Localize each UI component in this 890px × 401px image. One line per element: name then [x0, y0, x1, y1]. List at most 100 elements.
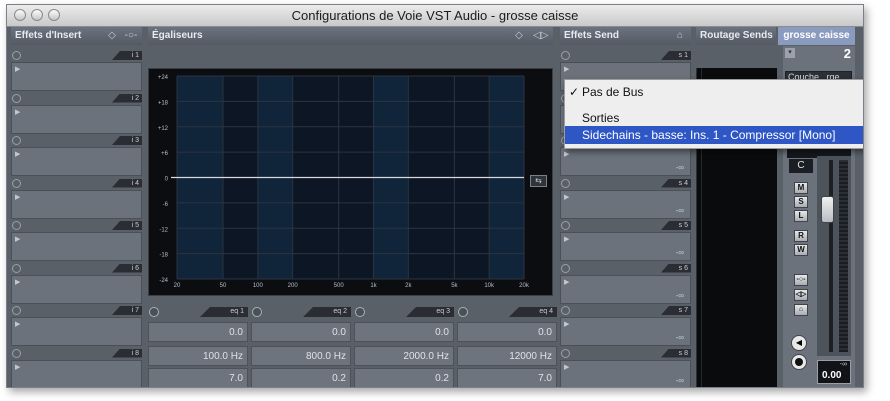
send-level-value: -∞ [675, 248, 684, 257]
eq-frequency-field[interactable]: 800.0 Hz [251, 346, 351, 366]
sends-bypass-icon[interactable]: ⌂ [673, 29, 687, 43]
eq-q-field[interactable]: 7.0 [148, 368, 248, 387]
eq-gain-field[interactable]: 0.0 [354, 322, 454, 342]
fader-value[interactable]: 0.00 [822, 370, 841, 381]
eq-db-label: -18 [159, 253, 168, 259]
eq-frequency-field[interactable]: 100.0 Hz [148, 346, 248, 366]
send-slot[interactable]: ▶ -∞ [560, 359, 691, 387]
eq-zoom-icon[interactable]: ⇆ [530, 175, 547, 187]
power-icon[interactable] [561, 221, 570, 230]
eq-band-header: eq 3 [354, 306, 454, 318]
pan-value[interactable]: C [789, 159, 813, 173]
mute-button[interactable]: M [794, 182, 808, 194]
eq-frequency-field[interactable]: 12000 Hz [457, 346, 557, 366]
eq-db-label: -6 [163, 202, 169, 208]
slot-arrow-icon: ▶ [15, 66, 21, 73]
send-level-value: -∞ [675, 375, 684, 385]
eq-freq-label: 50 [220, 283, 227, 289]
bypass-eq-icon[interactable]: ◇ [512, 29, 526, 43]
monitor-icon[interactable]: ◀ [791, 335, 807, 351]
insert-slot[interactable]: ▶ [11, 62, 142, 91]
eq-q-field[interactable]: 0.2 [354, 368, 454, 387]
slot-arrow-icon: ▶ [15, 236, 21, 243]
insert-slot[interactable]: ▶ [11, 104, 142, 134]
listen-button[interactable]: L [794, 210, 808, 222]
eq-gain-field[interactable]: 0.0 [251, 322, 351, 342]
power-icon[interactable] [561, 51, 570, 60]
eq-band-label: eq 4 [509, 307, 557, 317]
level-meter [839, 160, 848, 352]
read-automation-button[interactable]: R [794, 230, 808, 242]
deactivate-inserts-icon[interactable]: -○- [124, 29, 138, 43]
eq-band-power-icon[interactable] [149, 307, 159, 317]
eq-db-label: +6 [161, 151, 169, 157]
volume-fader-handle[interactable] [821, 196, 834, 223]
menu-item-no-bus[interactable]: ✓ Pas de Bus [565, 83, 863, 101]
eq-freq-label: 20k [519, 283, 530, 289]
send-slot[interactable]: ▶ -∞ [560, 317, 691, 346]
power-icon[interactable] [561, 306, 570, 315]
insert-slot[interactable]: ▶ [11, 232, 142, 261]
channel-name-header[interactable]: grosse caisse [778, 27, 855, 45]
slot-arrow-icon: ▶ [564, 363, 570, 371]
send-slot-number: s 7 [661, 306, 691, 315]
send-slot[interactable]: ▶ -∞ [560, 189, 691, 219]
eq-band-power-icon[interactable] [355, 307, 365, 317]
eq-db-label: +12 [158, 126, 169, 132]
insert-slot-number: i 7 [112, 306, 142, 315]
eq-q-field[interactable]: 7.0 [457, 368, 557, 387]
power-icon[interactable] [12, 51, 21, 60]
send-slot-number: s 8 [661, 348, 691, 358]
send-slot[interactable]: ▶ -∞ [560, 274, 691, 304]
power-icon[interactable] [561, 263, 570, 273]
eq-frequency-field[interactable]: 2000.0 Hz [354, 346, 454, 366]
eq-bypass-icon[interactable]: ◁▷ [794, 289, 808, 301]
power-icon[interactable] [12, 221, 21, 230]
eq-q-field[interactable]: 0.2 [251, 368, 351, 387]
slot-arrow-icon: ▶ [15, 151, 21, 158]
eq-gain-field[interactable]: 0.0 [457, 322, 557, 342]
insert-slot[interactable]: ▶ [11, 189, 142, 219]
insert-slot[interactable]: ▶ [11, 317, 142, 346]
slot-arrow-icon: ▶ [564, 151, 570, 158]
bypass-inserts-icon[interactable]: ◇ [105, 29, 119, 43]
eq-band-power-icon[interactable] [458, 307, 468, 317]
insert-slot-number: i 5 [112, 221, 142, 230]
eq-band-power-icon[interactable] [252, 307, 262, 317]
eq-curve-display[interactable]: +24 +18 +12 +6 0 -6 -12 -18 -24 20 50 100 200 500 1k 2k… [148, 68, 553, 296]
power-icon[interactable] [561, 178, 570, 188]
eq-db-label: +18 [158, 100, 169, 106]
slot-arrow-icon: ▶ [564, 193, 570, 201]
power-icon[interactable] [561, 348, 570, 358]
eq-reset-icon[interactable]: ◁▷ [533, 29, 548, 43]
eq-band-header: eq 4 [457, 306, 557, 318]
write-automation-button[interactable]: W [794, 244, 808, 256]
menu-item-sidechain[interactable]: Sidechains - basse: Ins. 1 - Compressor … [565, 126, 863, 144]
send-routing-menu: ✓ Pas de Bus Sorties ▶ Sidechains - bass… [564, 79, 863, 149]
power-icon[interactable] [12, 263, 21, 273]
eq-db-label: 0 [165, 177, 169, 183]
send-slot[interactable]: ▶ -∞ [560, 232, 691, 261]
channel-menu-icon[interactable]: ▾ [785, 48, 795, 58]
insert-slot[interactable]: ▶ [11, 274, 142, 304]
slot-arrow-icon: ▶ [15, 363, 21, 371]
routing-header: Routage Sends [696, 27, 776, 45]
power-icon[interactable] [12, 136, 21, 145]
insert-bypass-icon[interactable]: -○- [794, 274, 808, 286]
sends-bypass-button-icon[interactable]: ⌂ [794, 304, 808, 316]
power-icon[interactable] [12, 348, 21, 358]
menu-item-outputs[interactable]: Sorties ▶ [565, 109, 863, 127]
eq-gain-field[interactable]: 0.0 [148, 322, 248, 342]
send-slot-header: s 5 [560, 221, 691, 231]
eq-freq-label: 100 [253, 283, 264, 289]
insert-slot[interactable]: ▶ [11, 147, 142, 176]
power-icon[interactable] [12, 93, 21, 103]
send-slot[interactable]: ▶ -∞ [560, 147, 691, 176]
power-icon[interactable] [12, 306, 21, 315]
insert-slot-number: i 4 [112, 178, 142, 188]
record-enable-button[interactable] [791, 354, 807, 370]
solo-button[interactable]: S [794, 196, 808, 208]
insert-slot[interactable]: ▶ [11, 359, 142, 387]
power-icon[interactable] [12, 178, 21, 188]
eq-band-label: eq 1 [200, 307, 248, 317]
